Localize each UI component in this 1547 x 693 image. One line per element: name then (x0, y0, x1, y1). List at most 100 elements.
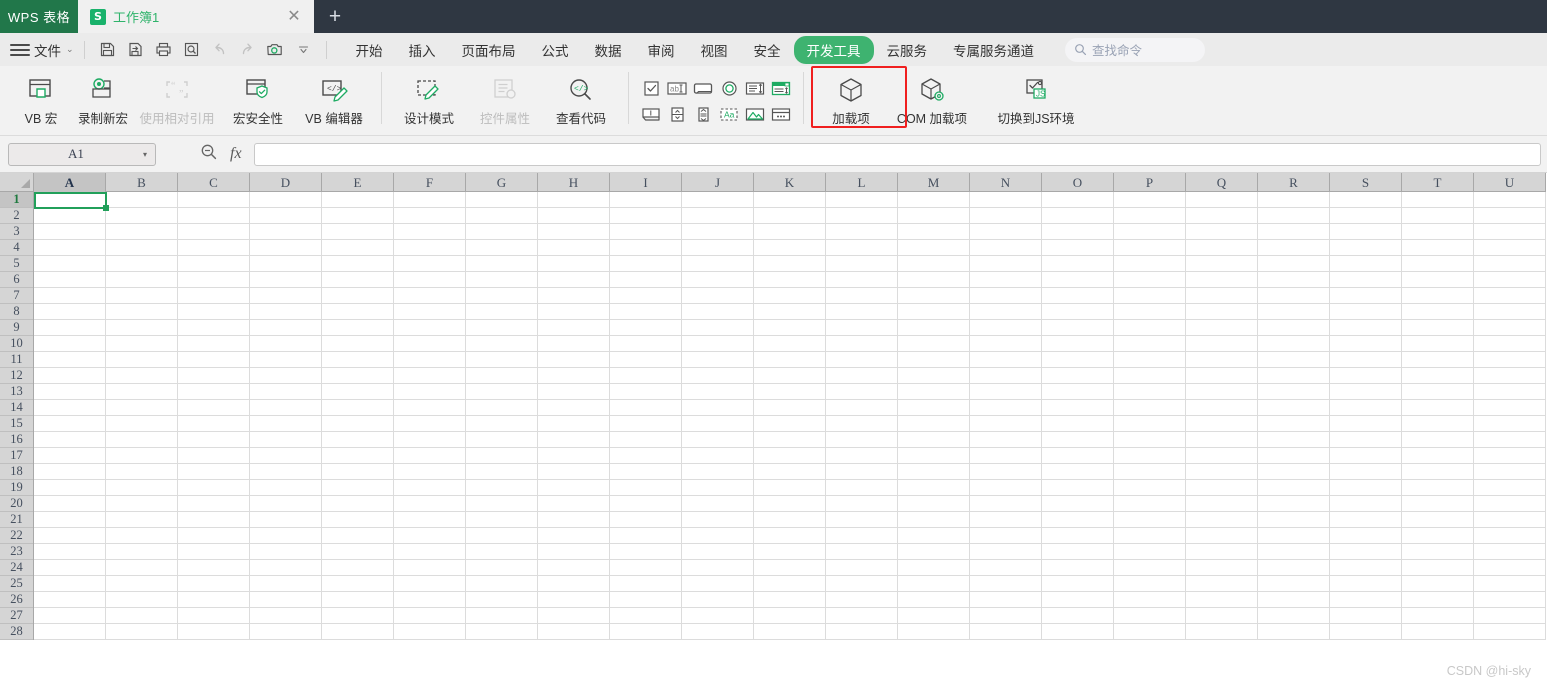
zoom-search-icon[interactable] (200, 143, 218, 166)
cell-M13[interactable] (898, 384, 970, 400)
cell-J14[interactable] (682, 400, 754, 416)
cell-I24[interactable] (610, 560, 682, 576)
cell-A17[interactable] (34, 448, 106, 464)
cell-L18[interactable] (826, 464, 898, 480)
cell-P13[interactable] (1114, 384, 1186, 400)
cell-Q9[interactable] (1186, 320, 1258, 336)
row-header-23[interactable]: 23 (0, 544, 33, 560)
cell-Q19[interactable] (1186, 480, 1258, 496)
cell-B16[interactable] (106, 432, 178, 448)
cell-U5[interactable] (1474, 256, 1546, 272)
cell-U20[interactable] (1474, 496, 1546, 512)
cell-R22[interactable] (1258, 528, 1330, 544)
screenshot-camera-icon[interactable] (263, 38, 288, 62)
cell-Q11[interactable] (1186, 352, 1258, 368)
cell-S12[interactable] (1330, 368, 1402, 384)
cell-B7[interactable] (106, 288, 178, 304)
cell-I21[interactable] (610, 512, 682, 528)
cell-S7[interactable] (1330, 288, 1402, 304)
cell-D10[interactable] (250, 336, 322, 352)
cell-A6[interactable] (34, 272, 106, 288)
cell-C24[interactable] (178, 560, 250, 576)
cell-Q20[interactable] (1186, 496, 1258, 512)
cell-E15[interactable] (322, 416, 394, 432)
cell-C10[interactable] (178, 336, 250, 352)
cell-S15[interactable] (1330, 416, 1402, 432)
column-header-P[interactable]: P (1114, 173, 1186, 192)
option-button-control-icon[interactable] (716, 75, 742, 101)
cell-C27[interactable] (178, 608, 250, 624)
cell-G3[interactable] (466, 224, 538, 240)
cell-H3[interactable] (538, 224, 610, 240)
cell-L28[interactable] (826, 624, 898, 640)
cell-L16[interactable] (826, 432, 898, 448)
cell-O25[interactable] (1042, 576, 1114, 592)
cell-L1[interactable] (826, 192, 898, 208)
cell-A9[interactable] (34, 320, 106, 336)
cell-T6[interactable] (1402, 272, 1474, 288)
row-header-16[interactable]: 16 (0, 432, 33, 448)
cell-J28[interactable] (682, 624, 754, 640)
cell-I14[interactable] (610, 400, 682, 416)
cell-D5[interactable] (250, 256, 322, 272)
cell-L26[interactable] (826, 592, 898, 608)
cell-D9[interactable] (250, 320, 322, 336)
save-as-icon[interactable] (123, 38, 148, 62)
select-all-corner[interactable] (0, 173, 34, 192)
cell-K22[interactable] (754, 528, 826, 544)
cell-D14[interactable] (250, 400, 322, 416)
cell-M28[interactable] (898, 624, 970, 640)
row-header-4[interactable]: 4 (0, 240, 33, 256)
cell-R6[interactable] (1258, 272, 1330, 288)
cell-M14[interactable] (898, 400, 970, 416)
tab-developer-tools[interactable]: 开发工具 (793, 35, 874, 64)
cell-P11[interactable] (1114, 352, 1186, 368)
cell-N12[interactable] (970, 368, 1042, 384)
cell-A3[interactable] (34, 224, 106, 240)
cell-B14[interactable] (106, 400, 178, 416)
switch-js-env-button[interactable]: JS 切换到JS环境 (993, 69, 1079, 127)
cell-E16[interactable] (322, 432, 394, 448)
cell-Q24[interactable] (1186, 560, 1258, 576)
cell-I9[interactable] (610, 320, 682, 336)
cell-S23[interactable] (1330, 544, 1402, 560)
cell-K11[interactable] (754, 352, 826, 368)
row-header-28[interactable]: 28 (0, 624, 33, 640)
cell-B25[interactable] (106, 576, 178, 592)
cell-I22[interactable] (610, 528, 682, 544)
cell-C28[interactable] (178, 624, 250, 640)
document-tab[interactable]: S 工作簿1 ✕ (78, 0, 314, 33)
cell-L17[interactable] (826, 448, 898, 464)
cell-T12[interactable] (1402, 368, 1474, 384)
cell-P18[interactable] (1114, 464, 1186, 480)
cell-T17[interactable] (1402, 448, 1474, 464)
cell-H28[interactable] (538, 624, 610, 640)
cell-M9[interactable] (898, 320, 970, 336)
cell-S20[interactable] (1330, 496, 1402, 512)
cell-E12[interactable] (322, 368, 394, 384)
cell-K2[interactable] (754, 208, 826, 224)
cell-K19[interactable] (754, 480, 826, 496)
cell-E20[interactable] (322, 496, 394, 512)
cell-A10[interactable] (34, 336, 106, 352)
row-header-14[interactable]: 14 (0, 400, 33, 416)
cell-D12[interactable] (250, 368, 322, 384)
cell-K16[interactable] (754, 432, 826, 448)
cell-K10[interactable] (754, 336, 826, 352)
cell-H19[interactable] (538, 480, 610, 496)
cell-H26[interactable] (538, 592, 610, 608)
cell-F2[interactable] (394, 208, 466, 224)
cell-A20[interactable] (34, 496, 106, 512)
cell-K6[interactable] (754, 272, 826, 288)
cell-C8[interactable] (178, 304, 250, 320)
cell-S4[interactable] (1330, 240, 1402, 256)
cell-M21[interactable] (898, 512, 970, 528)
cell-A7[interactable] (34, 288, 106, 304)
cell-K9[interactable] (754, 320, 826, 336)
cell-J24[interactable] (682, 560, 754, 576)
cell-J4[interactable] (682, 240, 754, 256)
cell-N9[interactable] (970, 320, 1042, 336)
search-command-box[interactable]: 查找命令 (1065, 37, 1206, 62)
cell-Q4[interactable] (1186, 240, 1258, 256)
column-header-M[interactable]: M (898, 173, 970, 192)
